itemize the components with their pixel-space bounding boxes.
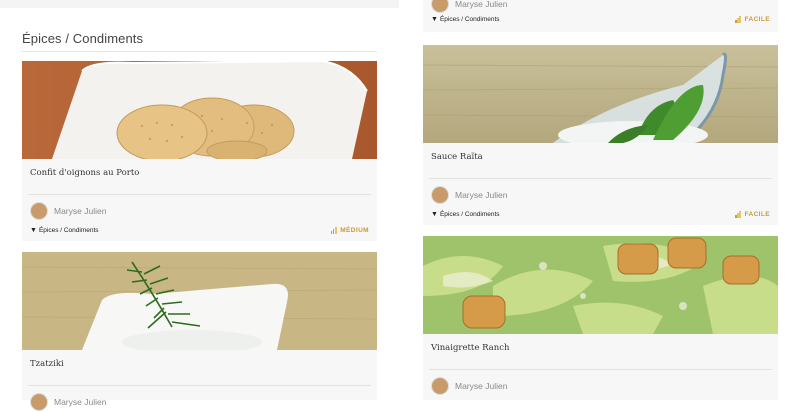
author-row: Maryse Julien xyxy=(423,370,778,396)
recipe-card: Confit d'oignons au Porto Maryse Julien … xyxy=(22,61,377,241)
recipe-meta: ▼ Épices / Condiments FACILE xyxy=(423,205,778,226)
recipe-title-link[interactable]: Tzatziki xyxy=(22,350,377,385)
author-row: Maryse Julien xyxy=(423,179,778,205)
category-link[interactable]: ▼ Épices / Condiments xyxy=(431,16,500,23)
author-name[interactable]: Maryse Julien xyxy=(54,206,106,216)
recipe-title-link[interactable]: Confit d'oignons au Porto xyxy=(22,159,377,194)
recipe-photo-ranch[interactable] xyxy=(423,236,778,334)
recipe-card: Sauce Raïta Maryse Julien ▼ Épices / Con… xyxy=(423,45,778,225)
category-link[interactable]: ▼ Épices / Condiments xyxy=(431,211,500,218)
category-label: Épices / Condiments xyxy=(439,16,500,23)
category-label: Épices / Condiments xyxy=(439,211,500,218)
author-avatar[interactable] xyxy=(431,377,449,395)
recipe-meta: ▼ Épices / Condiments MÉDIUM xyxy=(22,221,377,242)
author-avatar[interactable] xyxy=(30,202,48,220)
author-name[interactable]: Maryse Julien xyxy=(54,397,106,407)
filter-icon: ▼ xyxy=(30,227,37,234)
difficulty-badge: MÉDIUM xyxy=(330,227,369,234)
recipe-card: Vinaigrette Ranch Maryse Julien xyxy=(423,236,778,400)
difficulty-label: FACILE xyxy=(744,16,770,23)
section-title: Épices / Condiments xyxy=(22,31,377,52)
category-label: Épices / Condiments xyxy=(38,227,99,234)
difficulty-badge: FACILE xyxy=(734,16,770,23)
author-avatar[interactable] xyxy=(30,393,48,411)
difficulty-label: MÉDIUM xyxy=(340,227,369,234)
author-name[interactable]: Maryse Julien xyxy=(455,381,507,391)
author-row: Maryse Julien xyxy=(22,195,377,221)
difficulty-badge: FACILE xyxy=(734,211,770,218)
signal-bars-icon xyxy=(330,227,338,234)
recipe-meta: ▼ Épices / Condiments FACILE xyxy=(423,12,778,31)
category-link[interactable]: ▼ Épices / Condiments xyxy=(30,227,99,234)
recipe-photo-raita[interactable] xyxy=(423,45,778,143)
author-avatar[interactable] xyxy=(431,186,449,204)
difficulty-label: FACILE xyxy=(744,211,770,218)
recipe-card: Tzatziki Maryse Julien xyxy=(22,252,377,411)
top-strip xyxy=(0,0,399,8)
filter-icon: ▼ xyxy=(431,211,438,218)
recipe-photo-tzatziki[interactable] xyxy=(22,252,377,350)
recipe-title-link[interactable]: Vinaigrette Ranch xyxy=(423,334,778,369)
author-name[interactable]: Maryse Julien xyxy=(455,0,507,9)
filter-icon: ▼ xyxy=(431,16,438,23)
signal-bars-icon xyxy=(734,16,742,23)
signal-bars-icon xyxy=(734,211,742,218)
author-name[interactable]: Maryse Julien xyxy=(455,190,507,200)
author-row: Maryse Julien xyxy=(22,386,377,412)
recipe-photo-crackers[interactable] xyxy=(22,61,377,159)
recipe-title-link[interactable]: Sauce Raïta xyxy=(423,143,778,178)
recipe-card-partial: Maryse Julien ▼ Épices / Condiments FACI… xyxy=(423,0,778,32)
